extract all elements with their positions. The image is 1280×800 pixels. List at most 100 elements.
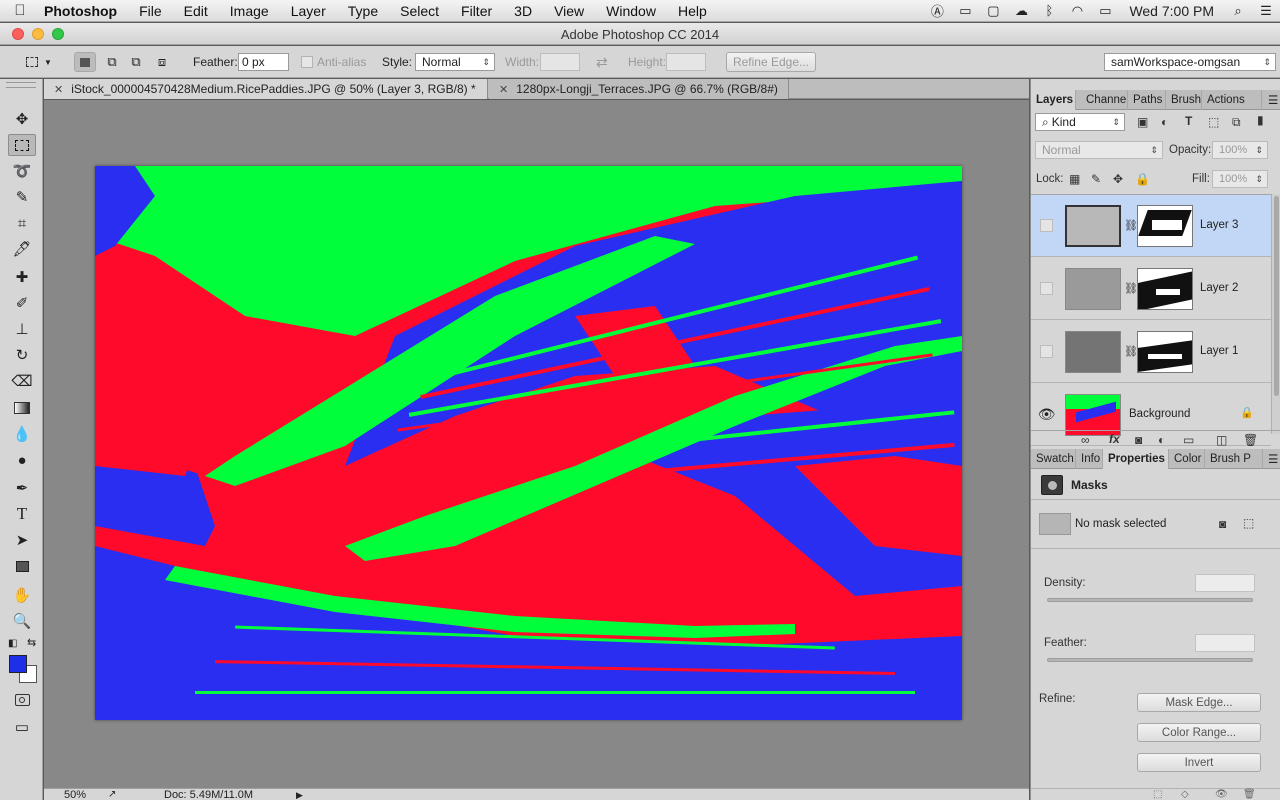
- tab-color[interactable]: Color: [1169, 449, 1205, 469]
- eraser-tool-icon[interactable]: ⌫: [8, 370, 36, 392]
- blend-mode-select[interactable]: Normal: [1035, 141, 1163, 159]
- mask-edge-button[interactable]: Mask Edge...: [1137, 693, 1261, 712]
- tab-rice-paddies[interactable]: ✕ iStock_000004570428Medium.RicePaddies.…: [44, 79, 488, 99]
- menu-help[interactable]: Help: [667, 3, 718, 19]
- tab-actions[interactable]: Actions: [1202, 90, 1262, 110]
- tab-brush[interactable]: Brush: [1166, 90, 1202, 110]
- feather-slider[interactable]: [1047, 658, 1253, 662]
- layer-name[interactable]: Layer 2: [1200, 282, 1238, 294]
- quick-mask-icon[interactable]: [8, 689, 36, 711]
- tab-brush-presets[interactable]: Brush P: [1205, 449, 1263, 469]
- eyedropper-tool-icon[interactable]: 🖋: [8, 238, 36, 260]
- layer-row-layer-1[interactable]: ⛓ Layer 1: [1031, 321, 1271, 383]
- menu-window[interactable]: Window: [595, 3, 667, 19]
- share-icon[interactable]: ↗: [108, 789, 116, 800]
- menu-filter[interactable]: Filter: [450, 3, 503, 19]
- layers-scrollbar[interactable]: [1271, 194, 1280, 434]
- layer-name[interactable]: Layer 3: [1200, 219, 1238, 231]
- close-tab-icon[interactable]: ✕: [54, 83, 63, 96]
- apple-icon[interactable]: : [0, 2, 40, 19]
- density-slider[interactable]: [1047, 598, 1253, 602]
- spotlight-search-icon[interactable]: ⌕: [1224, 0, 1252, 22]
- menu-view[interactable]: View: [543, 3, 595, 19]
- color-range-button[interactable]: Color Range...: [1137, 723, 1261, 742]
- foreground-color-swatch[interactable]: [9, 655, 27, 673]
- cloud-icon[interactable]: ☁: [1007, 0, 1035, 22]
- menu-layer[interactable]: Layer: [280, 3, 337, 19]
- width-input[interactable]: [540, 53, 580, 71]
- filter-smart-object-icon[interactable]: ⧉: [1232, 115, 1241, 130]
- screen-mode-icon[interactable]: ▭: [8, 716, 36, 738]
- filter-adjustment-icon[interactable]: ◐: [1161, 115, 1168, 129]
- visibility-toggle[interactable]: [1040, 345, 1053, 358]
- fill-input[interactable]: 100%: [1212, 170, 1268, 188]
- workspace-select[interactable]: samWorkspace-omgsan: [1104, 53, 1276, 71]
- swap-dimensions-icon[interactable]: ⇄: [596, 52, 608, 72]
- zoom-tool-icon[interactable]: 🔍: [8, 610, 36, 632]
- density-input[interactable]: [1195, 574, 1255, 592]
- filter-type-icon[interactable]: T: [1185, 114, 1192, 128]
- document-image[interactable]: [95, 166, 962, 720]
- eye-icon[interactable]: 👁: [1038, 406, 1056, 422]
- tool-preset-picker[interactable]: ▼: [26, 52, 62, 72]
- menu-edit[interactable]: Edit: [173, 3, 219, 19]
- filter-toggle-icon[interactable]: ▮: [1257, 113, 1264, 127]
- clone-stamp-tool-icon[interactable]: ⊥: [8, 318, 36, 340]
- menu-file[interactable]: File: [128, 3, 173, 19]
- layer-mask-thumbnail[interactable]: [1137, 268, 1193, 310]
- menu-type[interactable]: Type: [337, 3, 389, 19]
- opacity-input[interactable]: 100%: [1212, 141, 1268, 159]
- new-group-icon[interactable]: ▭: [1183, 433, 1194, 447]
- layer-name[interactable]: Background: [1129, 408, 1190, 420]
- tab-info[interactable]: Info: [1076, 449, 1103, 469]
- subtract-selection-button[interactable]: ⧉: [126, 52, 146, 72]
- layer-mask-thumbnail[interactable]: [1137, 331, 1193, 373]
- fx-icon[interactable]: fx: [1109, 432, 1120, 446]
- add-to-selection-button[interactable]: ⧉: [102, 52, 122, 72]
- notification-center-icon[interactable]: ☰: [1252, 0, 1280, 22]
- link-icon[interactable]: ⛓: [1124, 219, 1138, 232]
- bluetooth-icon[interactable]: ᛒ: [1035, 0, 1063, 22]
- link-icon[interactable]: ⛓: [1124, 345, 1138, 358]
- lock-image-icon[interactable]: ✎: [1091, 172, 1101, 186]
- feather-input[interactable]: 0 px: [238, 53, 289, 71]
- lasso-tool-icon[interactable]: ➰: [8, 160, 36, 182]
- menubar-clock[interactable]: Wed 7:00 PM: [1119, 3, 1224, 19]
- filter-shape-icon[interactable]: ⬚: [1208, 115, 1219, 129]
- feather-prop-input[interactable]: [1195, 634, 1255, 652]
- pixel-mask-icon[interactable]: ◙: [1219, 517, 1226, 531]
- visibility-toggle[interactable]: [1040, 219, 1053, 232]
- antialias-checkbox[interactable]: Anti-alias: [301, 52, 366, 72]
- visibility-icon[interactable]: 👁: [1215, 789, 1228, 800]
- dodge-tool-icon[interactable]: ●: [8, 449, 36, 471]
- path-selection-tool-icon[interactable]: ➤: [8, 529, 36, 551]
- lock-all-icon[interactable]: 🔒: [1135, 172, 1150, 186]
- height-input[interactable]: [666, 53, 706, 71]
- layer-row-layer-3[interactable]: ⛓ Layer 3: [1031, 195, 1271, 257]
- layer-filter-select[interactable]: ⌕ Kind: [1035, 113, 1125, 131]
- load-selection-icon[interactable]: ⬚: [1153, 789, 1162, 800]
- swap-colors-icon[interactable]: ⇆: [27, 636, 36, 649]
- delete-mask-icon[interactable]: 🗑: [1243, 789, 1256, 800]
- zoom-level[interactable]: 50%: [44, 789, 100, 800]
- apply-mask-icon[interactable]: ◇: [1181, 789, 1189, 800]
- link-icon[interactable]: ⛓: [1124, 282, 1138, 295]
- crop-tool-icon[interactable]: ⌗: [8, 212, 36, 234]
- tab-paths[interactable]: Paths: [1128, 90, 1166, 110]
- add-mask-icon[interactable]: ◙: [1135, 433, 1142, 447]
- brush-tool-icon[interactable]: ✐: [8, 292, 36, 314]
- hand-tool-icon[interactable]: ✋: [8, 584, 36, 606]
- history-brush-tool-icon[interactable]: ↻: [8, 344, 36, 366]
- gradient-tool-icon[interactable]: [8, 397, 36, 419]
- link-layers-icon[interactable]: ∞: [1081, 433, 1090, 447]
- menu-app[interactable]: Photoshop: [40, 3, 128, 19]
- tab-properties[interactable]: Properties: [1103, 449, 1169, 469]
- blur-tool-icon[interactable]: 💧: [8, 423, 36, 445]
- tab-longji-terraces[interactable]: ✕ 1280px-Longji_Terraces.JPG @ 66.7% (RG…: [489, 79, 789, 99]
- new-selection-button[interactable]: [74, 52, 96, 72]
- pen-tool-icon[interactable]: ✒: [8, 477, 36, 499]
- panel-menu-icon[interactable]: ☰: [1263, 449, 1280, 469]
- battery-icon[interactable]: ▭: [1091, 0, 1119, 22]
- layer-mask-thumbnail[interactable]: [1137, 205, 1193, 247]
- rectangular-marquee-tool-icon[interactable]: [8, 134, 36, 156]
